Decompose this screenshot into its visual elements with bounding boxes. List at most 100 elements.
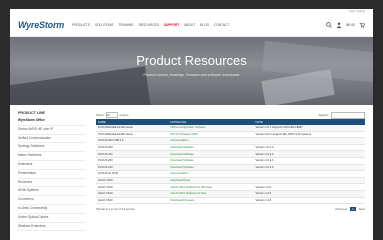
product-name-cell: FOCUS 210 [96,164,169,172]
sidebar-item[interactable]: Wireless Extenders [18,223,86,232]
page-1-button[interactable]: 1 [350,207,356,212]
sidebar-item[interactable]: Device AVDS HE over IP [18,126,86,135]
site-header: WyreStorm PRODUCTS SOLUTIONS TRAINING RESOU… [10,14,373,37]
table-row: FOCUS 10 OCR Documentation [96,170,365,178]
download-link[interactable]: Download Driver [168,177,254,185]
product-name-cell: FOCUS 10 OCR [96,170,169,178]
sidebar-item[interactable]: Matrix Switchers [18,152,86,161]
show-label: Show [96,113,104,117]
table-info: Showing 1 to 12 of 12 entries [96,207,135,212]
table-controls: Show 10 entries Search: [96,111,365,119]
product-name-cell: FOCUS 210 [96,150,169,158]
note-cell: Version 1.0.3.0 [253,144,365,152]
search-label: Search: [318,113,329,117]
product-name-cell: HALO VS10 [96,177,169,185]
table-row: FOCUS/MediaLink200 series FW 3.0 Software… [96,131,365,139]
cart-icon[interactable] [359,22,365,28]
sidebar-item[interactable]: WyreStorm Office [18,117,86,126]
note-cell: Version 3.0 to Support Mix GPIO & IO sys… [253,131,365,139]
content-area: PRODUCT LINE WyreStorm Office Device AVDS… [10,105,373,232]
download-link[interactable]: Download Software [168,164,254,172]
download-link[interactable]: Download Software [168,144,254,152]
product-name-cell: FOCUS 200 [96,144,169,152]
login-link[interactable]: Login / Signup [348,10,365,13]
download-link[interactable]: Download Firmware [168,197,254,205]
entries-label: entries [119,113,129,117]
browser-page: Login / Signup WyreStorm PRODUCTS SOLUTIO… [10,9,373,240]
product-line-sidebar: PRODUCT LINE WyreStorm Office Device AVDS… [18,111,86,232]
nav-item-products[interactable]: PRODUCTS [72,23,90,27]
sidebar-item[interactable]: Receivers [18,179,86,188]
sidebar-item[interactable]: Extenders [18,161,86,170]
nav-item-blog[interactable]: BLOG [200,23,209,27]
download-link[interactable]: Documentation [168,137,254,145]
hero-banner: Product Resources Product sheets, drawin… [10,37,373,105]
pagination: Previous 1 Next [335,207,365,212]
sidebar-item[interactable]: In-Desk Connectivity [18,205,86,214]
product-name-cell: HALO VS10 [96,183,169,191]
table-row: HALO VS10 HALO VS10 Software for Mac Versi… [96,190,365,198]
note-cell: Version 1.2.6 [253,183,365,191]
sidebar-title: PRODUCT LINE [18,111,45,115]
note-cell: Version 1.2.6 [253,190,365,198]
download-link[interactable]: Documentation [168,170,254,178]
note-cell [253,170,365,178]
utility-bar: Login / Signup [10,9,373,14]
table-search: Search: [318,111,365,119]
product-name-cell: FOCUS 200 [96,157,169,165]
table-row: HALO VS10 HALO VS10 Software for Windows V… [96,183,365,191]
page-subtitle: Product sheets, drawings, firmware and s… [143,73,240,77]
main-nav: PRODUCTS SOLUTIONS TRAINING RESOURCES SUPPOR… [72,23,229,27]
product-name-cell: HALO VS10 [96,190,169,198]
page-title: Product Resources [136,53,247,68]
search-input[interactable] [331,111,365,119]
nav-item-training[interactable]: TRAINING [118,23,133,27]
table-row: FOCUS 200 Download Software Version 1.0.3.… [96,144,365,152]
cart-total[interactable]: $0.00 [346,23,355,27]
sidebar-item[interactable]: Synergy Switchers [18,143,86,153]
note-cell: Version 1.0.3.0 [253,157,365,165]
sidebar-item[interactable]: Converters [18,196,86,205]
table-row: FOCUS 210 Download Software Version 1.0.3.… [96,150,365,158]
nav-item-solutions[interactable]: SOLUTIONS [95,23,113,27]
entries-select-value: 10 [106,113,110,117]
product-name-cell: FOCUS/MediaLink200 series [96,131,169,139]
note-cell [253,137,365,145]
table-row: FOCUS 200 USB 2.0 Documentation [96,137,365,145]
previous-page-button[interactable]: Previous [335,207,347,211]
table-row: FOCUS 210 Download Software Version 1.0.3.… [96,164,365,172]
user-icon[interactable] [336,22,342,28]
nav-item-resources[interactable]: RESOURCES [139,23,159,27]
sidebar-item[interactable]: Unified Communication [18,135,86,144]
next-page-button[interactable]: Next [359,207,365,211]
download-link[interactable]: Download Software [168,157,254,165]
download-link[interactable]: HALO VS10 Software for Windows [168,183,254,191]
wyrestorm-logo[interactable]: WyreStorm [18,20,64,30]
sidebar-item[interactable]: Active Optical Cables [18,214,86,223]
table-body: FOCUS/MediaLink100 series Office Configur… [96,125,365,205]
nav-item-support[interactable]: SUPPORT [164,23,179,27]
table-row: HALO VS10 Download Firmware Version 1.4.0 [96,197,365,205]
note-cell [253,177,365,185]
table-row: HALO VS10 Download Driver [96,177,365,185]
sidebar-item[interactable]: Presentation [18,170,86,179]
note-cell: Version 1.0.3.0 [253,164,365,172]
product-name-cell: HALO VS10 [96,197,169,205]
search-icon[interactable] [326,22,332,28]
nav-item-about[interactable]: ABOUT [184,23,195,27]
header-actions: $0.00 [326,22,365,28]
note-cell: Version 1.0.3.0 [253,150,365,158]
note-cell: Version 1.4.0 [253,197,365,205]
download-link[interactable]: FW 3.0 Software Office [168,131,254,139]
entries-select[interactable]: 10 [105,112,118,118]
hero-background-shape [10,66,154,105]
download-link[interactable]: HALO VS10 Software for Mac [168,190,254,198]
download-link[interactable]: Download Software [168,150,254,158]
sidebar-list: WyreStorm Office Device AVDS HE over IP Un… [18,117,86,232]
table-footer: Showing 1 to 12 of 12 entries Previous 1… [96,207,365,212]
sidebar-item[interactable]: HDMI Splitters [18,187,86,197]
nav-item-contact[interactable]: CONTACT [214,23,229,27]
resources-table: NAME DOWNLOAD NOTE FOCUS/MediaLink100 seri… [96,119,365,205]
product-name-cell: FOCUS 200 USB 2.0 [96,137,169,145]
resources-table-panel: Show 10 entries Search: NAME DOWNLOAD NOTE… [96,111,365,231]
